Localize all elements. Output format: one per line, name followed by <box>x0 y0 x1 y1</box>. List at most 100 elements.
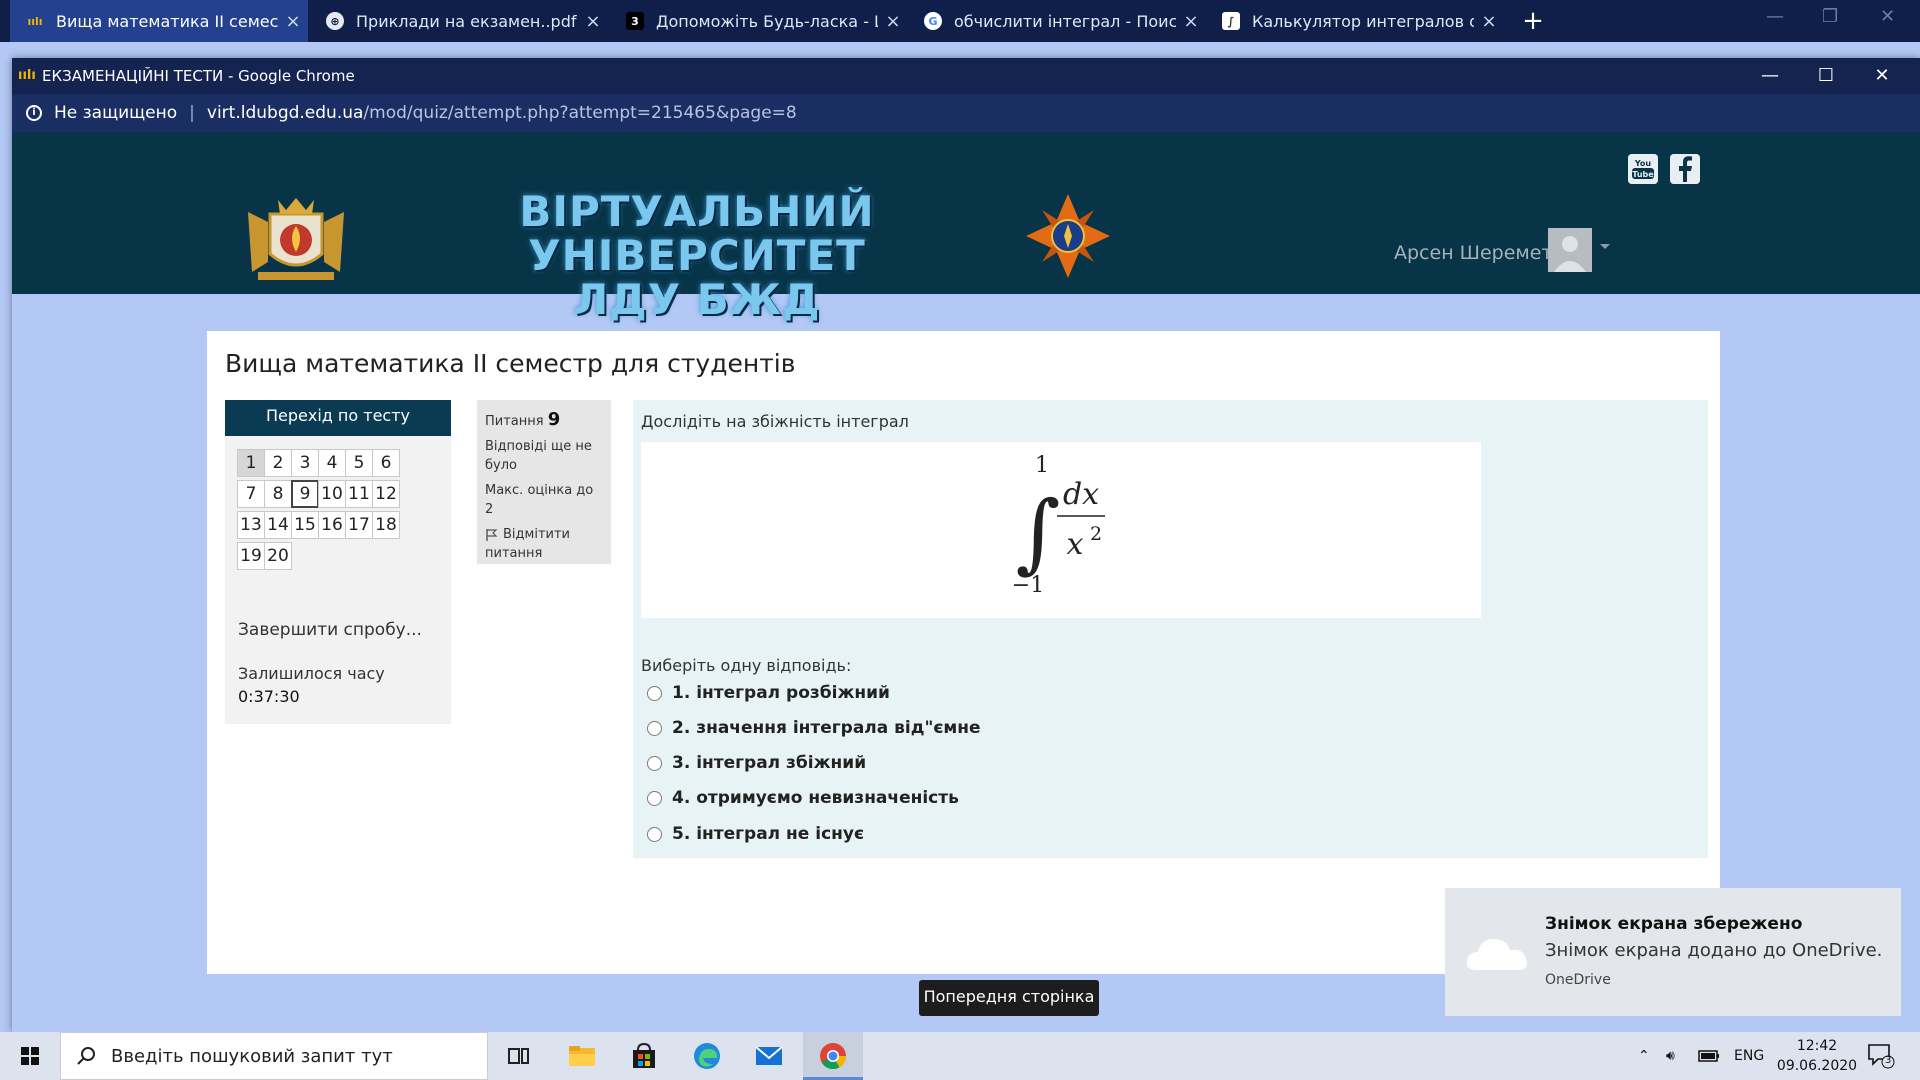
flag-question-link[interactable]: Відмітити питання <box>485 525 603 563</box>
answer-radio[interactable] <box>647 755 662 771</box>
answer-option-label: 3. інтеграл збіжний <box>672 753 867 773</box>
facebook-icon[interactable] <box>1670 154 1700 184</box>
chrome-taskbar-item[interactable] <box>803 1032 863 1080</box>
tab-title: Вища математика II семестр для <box>56 11 278 31</box>
toast-body: Знімок екрана додано до OneDrive. <box>1545 940 1883 961</box>
task-view-icon[interactable] <box>503 1040 535 1072</box>
integral-numerator: dx <box>1063 477 1099 512</box>
url-path: /mod/quiz/attempt.php?attempt=215465&pag… <box>363 103 797 123</box>
question-nav-button[interactable]: 13 <box>237 511 265 539</box>
integral-denominator: x <box>1067 527 1084 562</box>
finish-attempt-link[interactable]: Завершити спробу... <box>238 620 422 640</box>
close-tab-icon[interactable]: × <box>878 11 908 32</box>
integral-exponent: 2 <box>1090 523 1102 545</box>
globe-icon: ⊕ <box>326 12 344 30</box>
youtube-icon[interactable]: You Tube <box>1628 154 1658 184</box>
course-title[interactable]: Вища математика II семестр для студентів <box>225 349 795 378</box>
question-nav-button[interactable]: 19 <box>237 542 265 570</box>
maximize-icon[interactable]: ☐ <box>1798 58 1854 94</box>
close-tab-icon[interactable]: × <box>278 11 308 32</box>
new-tab-button[interactable]: + <box>1516 4 1550 38</box>
integral-sign-icon: ∫ <box>1016 483 1061 583</box>
close-tab-icon[interactable]: × <box>578 11 608 32</box>
question-nav-button[interactable]: 7 <box>237 480 265 508</box>
clock-time: 12:42 <box>1796 1038 1838 1054</box>
integral-formula: 1 ∫ −1 dx x 2 <box>641 442 1481 618</box>
question-nav-button[interactable]: 11 <box>345 480 373 508</box>
question-text: Дослідіть на збіжність інтеграл <box>641 412 909 431</box>
znanija-icon: 3 <box>626 12 644 30</box>
bg-close-icon[interactable]: ✕ <box>1880 6 1895 27</box>
close-tab-icon[interactable]: × <box>1176 11 1206 32</box>
quiz-nav-heading: Перехід по тесту <box>225 400 451 436</box>
answer-option-label: 2. значення інтеграла від"ємне <box>672 718 981 738</box>
answer-option[interactable]: 3. інтеграл збіжний <box>647 752 866 774</box>
question-max-grade: Макс. оцінка до 2 <box>485 483 594 517</box>
action-center-icon[interactable]: 3 <box>1866 1042 1896 1070</box>
question-nav-button[interactable]: 4 <box>318 449 346 477</box>
question-nav-button[interactable]: 16 <box>318 511 346 539</box>
question-nav-button[interactable]: 1 <box>237 449 265 477</box>
site-logo-text[interactable]: ВІРТУАЛЬНИЙ УНІВЕРСИТЕТ ЛДУ БЖД <box>392 190 1002 322</box>
browser-tab[interactable]: ⊕ Приклади на екзамен..pdf × <box>310 0 608 42</box>
question-nav-button[interactable]: 15 <box>291 511 319 539</box>
question-nav-button[interactable]: 12 <box>372 480 400 508</box>
question-status: Відповіді ще не було <box>485 439 592 473</box>
close-window-icon[interactable]: ✕ <box>1854 58 1910 94</box>
volume-icon[interactable]: 🔊︎ <box>1666 1032 1675 1080</box>
user-name[interactable]: Арсен Шеремета <box>1394 242 1564 264</box>
question-nav-button[interactable]: 14 <box>264 511 292 539</box>
question-nav-button[interactable]: 6 <box>372 449 400 477</box>
language-indicator[interactable]: ENG <box>1734 1032 1764 1080</box>
minimize-icon[interactable]: — <box>1742 58 1798 94</box>
question-nav-button[interactable]: 18 <box>372 511 400 539</box>
battery-icon[interactable] <box>1698 1032 1720 1080</box>
clock-date: 09.06.2020 <box>1776 1058 1858 1074</box>
user-avatar[interactable] <box>1548 228 1592 272</box>
answer-option[interactable]: 1. інтеграл розбіжний <box>647 682 890 704</box>
answer-option[interactable]: 5. інтеграл не існує <box>647 823 864 845</box>
answer-option[interactable]: 2. значення інтеграла від"ємне <box>647 717 981 739</box>
tray-expand-icon[interactable]: ⌃ <box>1638 1032 1650 1080</box>
start-button[interactable] <box>0 1032 60 1080</box>
user-menu-caret-icon[interactable] <box>1600 244 1610 249</box>
file-explorer-icon[interactable] <box>566 1040 598 1072</box>
question-nav-button[interactable]: 2 <box>264 449 292 477</box>
question-nav-button[interactable]: 5 <box>345 449 373 477</box>
answer-option-label: 5. інтеграл не існує <box>672 824 865 844</box>
onedrive-notification[interactable]: Знімок екрана збережено Знімок екрана до… <box>1445 888 1901 1016</box>
answer-radio[interactable] <box>647 790 662 806</box>
answer-radio[interactable] <box>647 720 662 736</box>
question-nav-button[interactable]: 20 <box>264 542 292 570</box>
edge-icon[interactable] <box>691 1040 723 1072</box>
question-nav-button[interactable]: 3 <box>291 449 319 477</box>
question-nav-button[interactable]: 8 <box>264 480 292 508</box>
answer-radio[interactable] <box>647 826 662 842</box>
search-placeholder: Введіть пошуковий запит тут <box>111 1045 393 1067</box>
close-tab-icon[interactable]: × <box>1474 11 1504 32</box>
browser-tab[interactable]: ∫ Калькулятор интегралов онлай × <box>1206 0 1504 42</box>
mail-icon[interactable] <box>753 1040 785 1072</box>
question-nav-button[interactable]: 17 <box>345 511 373 539</box>
browser-tab[interactable]: 3 Допоможіть Будь-ласка - Школ × <box>610 0 908 42</box>
answer-option-label: 4. отримуємо невизначеність <box>672 788 959 808</box>
browser-tab[interactable]: ıılı Вища математика II семестр для × <box>10 0 308 42</box>
answer-option[interactable]: 4. отримуємо невизначеність <box>647 787 959 809</box>
answer-option-label: 1. інтеграл розбіжний <box>672 683 890 703</box>
site-header: You Tube ВІРТУАЛЬНИЙ УНІВЕРСИТЕТ ЛДУ БЖД <box>12 132 1920 322</box>
question-nav-button[interactable]: 10 <box>318 480 346 508</box>
bg-minimize-icon[interactable]: — <box>1766 6 1784 27</box>
store-icon[interactable] <box>628 1040 660 1072</box>
address-bar[interactable]: i Не защищено | virt.ldubgd.edu.ua /mod/… <box>12 94 1920 132</box>
emergency-service-emblem <box>1024 192 1112 280</box>
browser-tab-strip: ıılı Вища математика II семестр для × ⊕ … <box>0 0 1920 42</box>
google-icon: G <box>924 12 942 30</box>
bg-restore-icon[interactable]: ❐ <box>1822 6 1838 27</box>
answer-radio[interactable] <box>647 685 662 701</box>
system-clock[interactable]: 12:42 09.06.2020 <box>1772 1036 1862 1076</box>
info-icon[interactable]: i <box>26 105 42 121</box>
taskbar-search[interactable]: Введіть пошуковий запит тут <box>60 1032 488 1080</box>
question-nav-button[interactable]: 9 <box>291 480 319 508</box>
browser-tab[interactable]: G обчислити інтеграл - Поиск в G × <box>908 0 1206 42</box>
previous-page-button[interactable]: Попередня сторінка <box>919 980 1099 1016</box>
